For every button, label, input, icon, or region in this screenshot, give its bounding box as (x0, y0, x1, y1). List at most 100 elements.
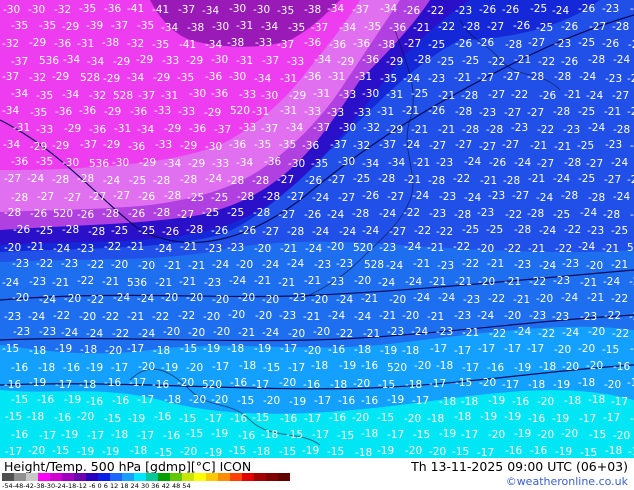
temp-label: -22 (612, 328, 629, 340)
temp-label: -21 (554, 141, 571, 153)
temp-label: -28 (153, 175, 170, 187)
temp-label: -15 (237, 395, 254, 407)
temp-label: -28 (263, 191, 280, 203)
temp-label: -25 (187, 192, 204, 204)
temp-label: -16 (530, 445, 547, 457)
temp-label: -26 (539, 90, 556, 102)
temp-label: -18 (439, 396, 456, 408)
temp-label: -37 (261, 123, 278, 135)
temp-label: -25 (462, 55, 479, 67)
temp-label: -27 (387, 191, 404, 203)
temp-label: -17 (430, 343, 447, 355)
temp-label: -25 (437, 56, 454, 68)
temp-label: -16 (163, 430, 180, 442)
temp-label: -18 (29, 345, 46, 357)
temp-label: -29 (153, 72, 170, 84)
temp-label: -18 (361, 428, 378, 440)
temp-label: -22 (604, 310, 621, 322)
temp-label: -18 (80, 344, 97, 356)
temp-label: -26 (13, 224, 30, 236)
temp-label: -17 (502, 379, 519, 391)
temp-label: -23 (529, 310, 546, 322)
temp-label: -15 (378, 379, 395, 391)
temp-label: -29 (289, 90, 306, 102)
temp-label: -15 (180, 343, 197, 355)
temp-label: -17 (5, 446, 22, 458)
temp-label: -33 (304, 106, 321, 118)
temp-label: -20 (4, 242, 21, 254)
temp-label: -33 (339, 89, 356, 101)
temp-label: -17 (137, 394, 154, 406)
temp-label: -15 (229, 445, 246, 457)
temp-label: -23 (488, 190, 505, 202)
temp-label: -18 (253, 446, 270, 458)
temp-label: -23 (602, 3, 619, 15)
temp-label: -23 (336, 258, 353, 270)
temp-label: 528 (113, 90, 133, 102)
legend-swatch (14, 473, 26, 481)
temp-label: -18 (436, 360, 453, 372)
temp-label: -31 (313, 88, 330, 100)
temp-label: -22 (427, 5, 444, 17)
temp-label: -28 (503, 175, 520, 187)
temp-label: -16 (361, 360, 378, 372)
temp-label: -21 (454, 72, 471, 84)
temp-label: -20 (554, 344, 571, 356)
weather-map: -30 -30 -32 -35 -36 -41 -41 -37 -34 -30 -30 -35 -38-… (0, 0, 634, 458)
temp-label: -16 (328, 344, 345, 356)
temp-label: -24 (386, 260, 403, 272)
temp-label: -21 (379, 310, 396, 322)
temp-label: -31 (236, 55, 253, 67)
temp-label: -20 (105, 345, 122, 357)
temp-label: -20 (228, 309, 245, 321)
temp-label: -36 (329, 39, 346, 51)
temp-label: -29 (186, 55, 203, 67)
temp-label: -16 (329, 412, 346, 424)
temp-label: -21 (27, 241, 44, 253)
temp-label: -21 (462, 327, 479, 339)
temp-label: -27 (278, 209, 295, 221)
temp-label: -28 (102, 208, 119, 220)
temp-label: -20 (177, 377, 194, 389)
temp-label: -16 (528, 413, 545, 425)
temp-label: -20 (12, 292, 29, 304)
temp-label: -20 (77, 411, 94, 423)
temp-label: -25 (578, 173, 595, 185)
temp-label: -34 (314, 54, 331, 66)
temp-label: -26 (239, 225, 256, 237)
temp-label: -20 (313, 326, 330, 338)
temp-label: -19 (77, 446, 94, 458)
map-canvas: -30 -30 -32 -35 -36 -41 -41 -37 -34 -30 -30 -35 -38-… (0, 0, 634, 458)
temp-label: -16 (505, 445, 522, 457)
temp-label: -27 (628, 39, 634, 51)
temp-label: -29 (113, 56, 130, 68)
temp-label: -25 (111, 225, 128, 237)
temp-label: -34 (63, 54, 80, 66)
temp-label: -35 (254, 139, 271, 151)
temp-label: -22 (53, 310, 70, 322)
temp-label: -29 (136, 54, 153, 66)
temp-label: -18 (588, 394, 605, 406)
legend-swatch (242, 473, 254, 481)
temp-label: -21 (155, 277, 172, 289)
temp-label: -34 (254, 73, 271, 85)
credit-link[interactable]: ©weatheronline.co.uk (506, 475, 628, 488)
temp-label: -24 (514, 157, 531, 169)
temp-label: 520 (387, 362, 407, 374)
temp-label: -23 (605, 139, 622, 151)
temp-label: -19 (439, 428, 456, 440)
temp-label: -36 (264, 156, 281, 168)
temp-label: -38 (378, 39, 395, 51)
temp-label: -17 (454, 345, 471, 357)
temp-label: -15 (11, 394, 28, 406)
temp-label: -17 (205, 413, 222, 425)
temp-label: -19 (203, 343, 220, 355)
temp-label: -34 (11, 88, 28, 100)
temp-label: -22 (403, 207, 420, 219)
temp-label: -23 (227, 242, 244, 254)
temp-label: -23 (29, 276, 46, 288)
temp-label: -28 (486, 124, 503, 136)
temp-label: -24 (412, 190, 429, 202)
temp-label: -20 (288, 328, 305, 340)
temp-label: -29 (62, 21, 79, 33)
